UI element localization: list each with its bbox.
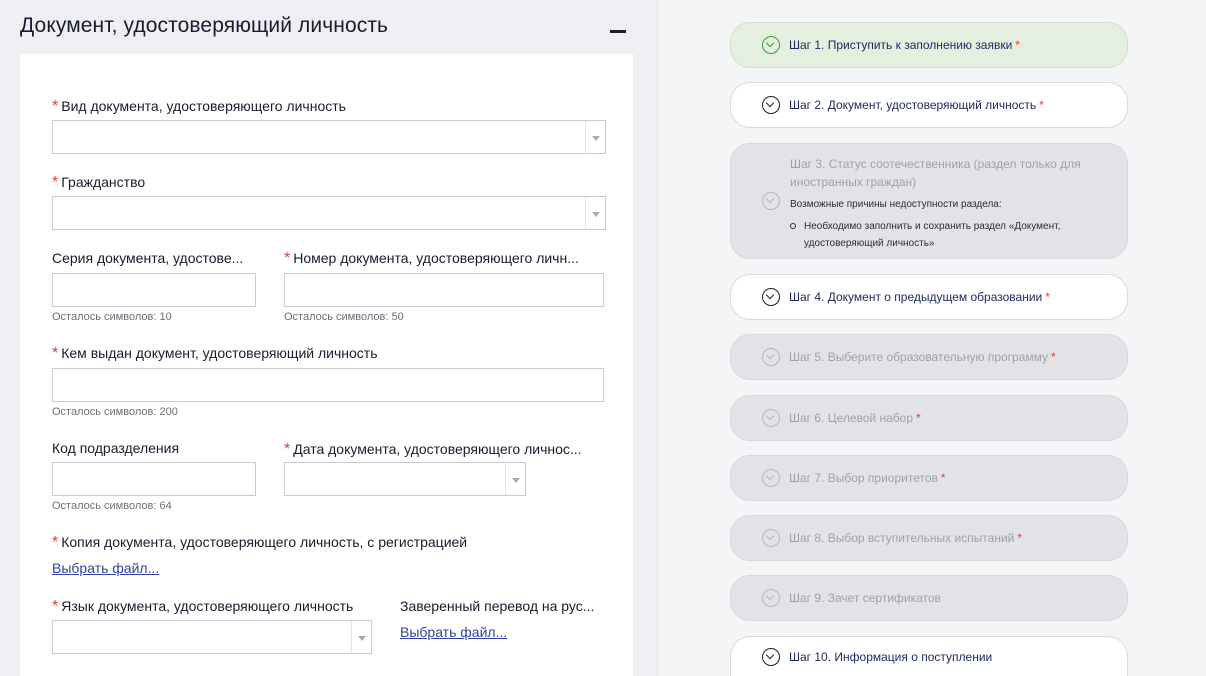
- bullet-icon: [790, 223, 796, 229]
- issued-by-label: * Кем выдан документ, удостоверяющий личн…: [52, 345, 378, 362]
- dropdown-arrow-icon[interactable]: [505, 463, 525, 495]
- issued-by-hint: Осталось символов: 200: [52, 406, 178, 418]
- required-mark: *: [52, 345, 59, 362]
- doc-series-hint: Осталось символов: 10: [52, 311, 172, 323]
- dropdown-arrow-icon[interactable]: [585, 197, 605, 229]
- step-9: Шаг 9. Зачет сертификатов: [730, 575, 1128, 621]
- doc-language-select[interactable]: [52, 620, 372, 654]
- division-code-hint: Осталось символов: 64: [52, 500, 172, 512]
- doc-type-select[interactable]: [52, 120, 606, 154]
- chevron-down-icon: [762, 348, 780, 366]
- step-3: Шаг 3. Статус соотечественника (раздел т…: [730, 143, 1128, 259]
- required-mark: *: [52, 98, 59, 115]
- collapse-minus-icon[interactable]: [606, 20, 630, 44]
- translation-label: Заверенный перевод на рус...: [400, 598, 595, 614]
- section-title: Документ, удостоверяющий личность: [20, 14, 389, 37]
- chevron-down-icon: [762, 589, 780, 607]
- doc-copy-label: * Копия документа, удостоверяющего личнос…: [52, 534, 468, 551]
- doc-number-input[interactable]: [284, 273, 604, 307]
- doc-series-label: Серия документа, удостове...: [52, 250, 244, 266]
- division-code-label: Код подразделения: [52, 440, 180, 456]
- chevron-down-icon: [762, 469, 780, 487]
- required-mark: *: [52, 598, 59, 615]
- step-6: Шаг 6. Целевой набор *: [730, 395, 1128, 441]
- doc-language-label: * Язык документа, удостоверяющего личност…: [52, 598, 354, 615]
- doc-number-hint: Осталось символов: 50: [284, 311, 404, 323]
- step-7: Шаг 7. Выбор приоритетов *: [730, 455, 1128, 501]
- doc-copy-choose-file-link[interactable]: Выбрать файл...: [52, 560, 159, 576]
- steps-panel: Шаг 1. Приступить к заполнению заявки * Ш…: [658, 0, 1206, 676]
- required-mark: *: [284, 441, 291, 458]
- doc-type-label: * Вид документа, удостоверяющего личность: [52, 98, 346, 115]
- step-8: Шаг 8. Выбор вступительных испытаний *: [730, 515, 1128, 561]
- required-mark: *: [52, 534, 59, 551]
- doc-date-select[interactable]: [284, 462, 526, 496]
- citizenship-label: * Гражданство: [52, 174, 146, 191]
- issued-by-input[interactable]: [52, 368, 604, 402]
- required-mark: *: [52, 174, 59, 191]
- doc-number-label: * Номер документа, удостоверяющего личн..…: [284, 250, 579, 267]
- chevron-down-icon: [762, 409, 780, 427]
- translation-choose-file-link[interactable]: Выбрать файл...: [400, 624, 507, 640]
- step-3-reason: Необходимо заполнить и сохранить раздел …: [804, 221, 1061, 249]
- step-2[interactable]: Шаг 2. Документ, удостоверяющий личность…: [730, 82, 1128, 128]
- chevron-down-icon: [762, 192, 780, 210]
- chevron-down-icon: [762, 647, 780, 666]
- form-card: * Вид документа, удостоверяющего личность…: [20, 54, 633, 676]
- dropdown-arrow-icon[interactable]: [351, 621, 371, 653]
- required-mark: *: [284, 250, 291, 267]
- chevron-down-icon: [762, 36, 780, 54]
- step-10[interactable]: Шаг 10. Информация о поступлении: [730, 636, 1128, 676]
- step-3-reasons-title: Возможные причины недоступности раздела:: [790, 199, 1002, 210]
- form-section: Документ, удостоверяющий личность * Вид д…: [0, 0, 658, 676]
- citizenship-select[interactable]: [52, 196, 606, 230]
- chevron-down-icon: [762, 529, 780, 547]
- step-1[interactable]: Шаг 1. Приступить к заполнению заявки *: [730, 22, 1128, 68]
- chevron-down-icon: [762, 96, 780, 114]
- doc-date-label: * Дата документа, удостоверяющего личнос.…: [284, 441, 582, 458]
- division-code-input[interactable]: [52, 462, 256, 496]
- step-5: Шаг 5. Выберите образовательную программ…: [730, 334, 1128, 380]
- doc-series-input[interactable]: [52, 273, 256, 307]
- step-4[interactable]: Шаг 4. Документ о предыдущем образовании…: [730, 274, 1128, 320]
- dropdown-arrow-icon[interactable]: [585, 121, 605, 153]
- chevron-down-icon: [762, 288, 780, 306]
- step-3-title: Шаг 3. Статус соотечественника (раздел т…: [790, 157, 1081, 189]
